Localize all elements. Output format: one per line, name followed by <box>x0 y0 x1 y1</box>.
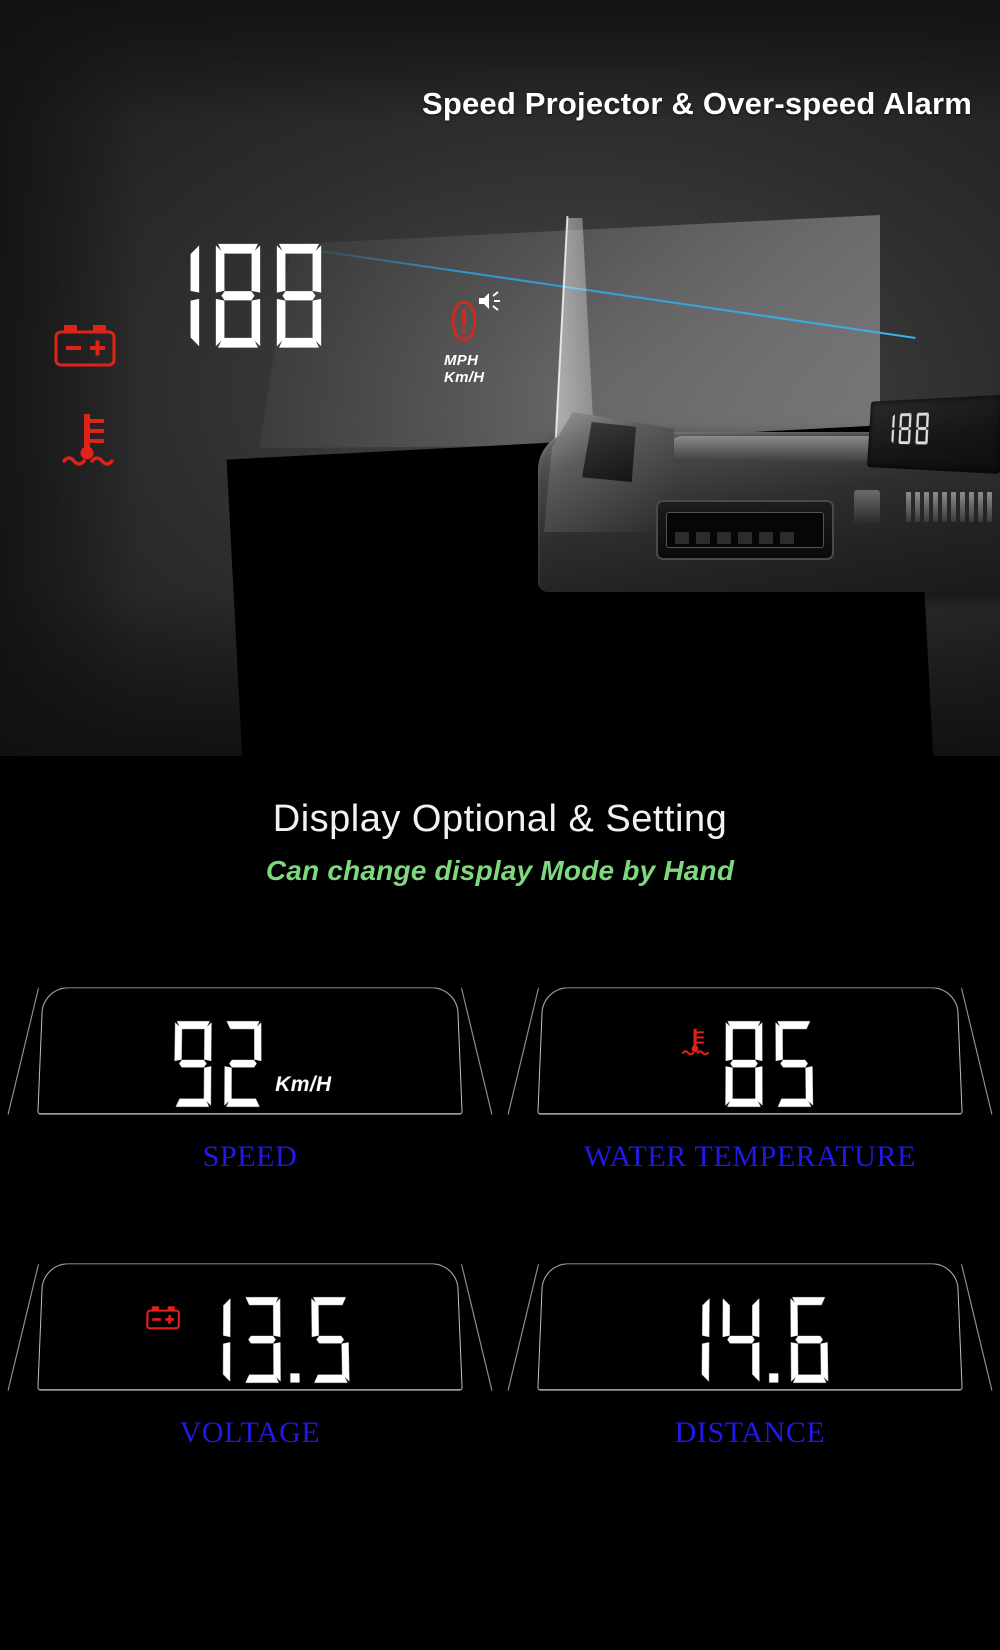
display-modes-section: Display Optional & Setting Can change di… <box>0 756 1000 1650</box>
seven-segment-digit <box>306 1296 356 1383</box>
coolant-temperature-warning-icon <box>62 412 120 468</box>
sound-wave-icon <box>477 289 503 313</box>
seven-segment-digit <box>720 1020 769 1107</box>
hero-section: Speed Projector & Over-speed Alarm MPH K… <box>0 0 1000 756</box>
panel-value <box>187 1296 355 1383</box>
seven-segment-digit <box>914 412 931 445</box>
panel-content <box>38 1264 461 1389</box>
hud-reflector-panel[interactable] <box>537 987 963 1115</box>
unit-mph: MPH <box>444 352 479 369</box>
seven-segment-digit <box>785 1296 834 1383</box>
page-title: Speed Projector & Over-speed Alarm <box>421 86 972 121</box>
battery-warning-icon <box>54 322 116 368</box>
projected-speed-value <box>148 243 328 349</box>
unit-stack: MPH Km/H <box>444 352 485 387</box>
panel-content <box>538 988 961 1113</box>
panel-unit: Km/H <box>275 1072 332 1097</box>
display-mode-cell: VOLTAGE <box>0 1262 500 1450</box>
panel-content <box>538 1264 961 1389</box>
seven-segment-digit <box>187 1296 236 1383</box>
panel-label: SPEED <box>202 1140 298 1173</box>
seven-segment-digit <box>716 1296 765 1383</box>
battery-warning-icon <box>146 1305 180 1335</box>
seven-segment-digit <box>767 1296 784 1383</box>
hud-device-render <box>538 200 1000 592</box>
coolant-temperature-warning-icon <box>681 1027 712 1062</box>
panel-content: Km/H <box>38 988 461 1113</box>
display-mode-cell: DISTANCE <box>500 1262 1000 1450</box>
device-screen-value <box>881 412 931 445</box>
device-button[interactable] <box>854 490 880 524</box>
seven-segment-digit <box>219 1020 268 1107</box>
seven-segment-digit <box>288 1296 305 1383</box>
seven-segment-digit <box>666 1296 715 1383</box>
warning-icon-column <box>54 322 120 468</box>
panel-label: VOLTAGE <box>179 1416 321 1449</box>
section-subheading: Can change display Mode by Hand <box>265 855 735 886</box>
product-feature-page: Speed Projector & Over-speed Alarm MPH K… <box>0 0 1000 1650</box>
seven-segment-digit <box>209 243 267 349</box>
display-mode-cell: Km/H SPEED <box>0 986 500 1174</box>
over-speed-alarm-icon <box>447 291 501 347</box>
seven-segment-digit <box>270 243 328 349</box>
panel-value <box>168 1020 267 1107</box>
projected-side-cluster: MPH Km/H <box>444 291 501 387</box>
device-connector-pins <box>666 512 824 548</box>
seven-segment-digit <box>881 413 897 444</box>
seven-segment-digit <box>770 1020 819 1107</box>
hud-reflector-panel[interactable] <box>37 1263 463 1391</box>
seven-segment-digit <box>897 413 914 445</box>
display-mode-cell: WATER TEMPERATURE <box>500 986 1000 1174</box>
section-heading: Display Optional & Setting <box>272 798 728 840</box>
panel-label: DISTANCE <box>674 1416 826 1449</box>
hud-reflector-panel[interactable] <box>537 1263 963 1391</box>
seven-segment-digit <box>148 243 206 349</box>
panel-value <box>720 1020 819 1107</box>
seven-segment-digit <box>168 1020 217 1107</box>
panel-value <box>666 1296 834 1383</box>
hud-reflector-panel[interactable]: Km/H <box>37 987 463 1115</box>
unit-kmh: Km/H <box>444 368 485 386</box>
projected-readout: MPH Km/H <box>148 243 501 386</box>
device-vent <box>906 492 992 522</box>
display-mode-grid: Km/H SPEED WATER TEMPERATURE VOLTAGE DISTANC… <box>0 986 1000 1450</box>
panel-label: WATER TEMPERATURE <box>583 1140 917 1173</box>
seven-segment-digit <box>238 1296 287 1383</box>
device-led-screen <box>866 394 1000 474</box>
